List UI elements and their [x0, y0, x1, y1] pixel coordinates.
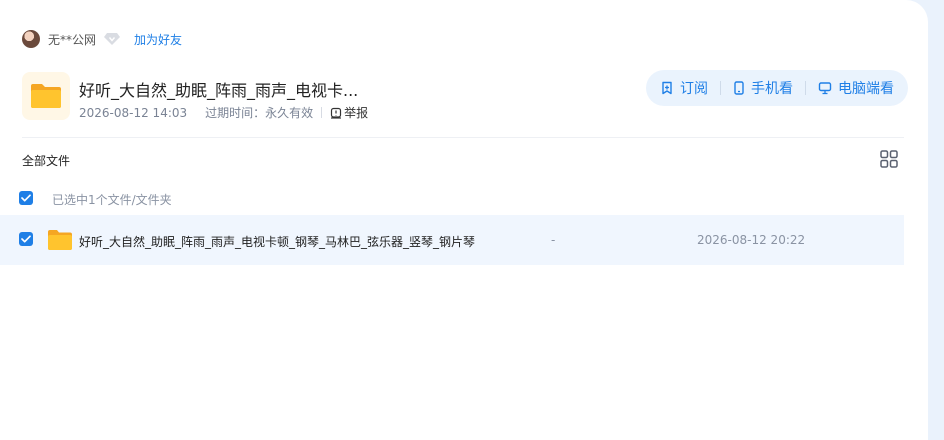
select-all-checkbox[interactable] — [19, 191, 33, 205]
report-label: 举报 — [344, 106, 369, 120]
monitor-icon — [818, 82, 832, 95]
sharer-info: 无**公网 加为好友 — [22, 30, 182, 48]
folder-icon — [47, 229, 73, 251]
sharer-name[interactable]: 无**公网 — [48, 31, 96, 48]
share-meta: 2026-08-12 14:03 过期时间：永久有效 举报 — [79, 104, 368, 121]
divider — [720, 81, 721, 95]
file-size: - — [551, 233, 556, 247]
share-title: 好听_大自然_助眠_阵雨_雨声_电视卡... — [79, 81, 359, 100]
selection-status: 已选中1个文件/文件夹 — [52, 193, 172, 207]
row-checkbox[interactable] — [19, 232, 33, 246]
pc-view-button[interactable]: 电脑端看 — [818, 70, 894, 106]
pc-view-label: 电脑端看 — [838, 81, 894, 97]
file-name[interactable]: 好听_大自然_助眠_阵雨_雨声_电视卡顿_钢琴_马林巴_弦乐器_竖琴_钢片琴 — [79, 233, 475, 250]
report-button[interactable]: 举报 — [330, 104, 368, 121]
all-files-heading[interactable]: 全部文件 — [22, 152, 70, 169]
avatar[interactable] — [22, 30, 40, 48]
phone-icon — [734, 81, 744, 95]
phone-view-button[interactable]: 手机看 — [733, 70, 793, 106]
check-icon — [21, 194, 31, 202]
report-icon — [331, 107, 342, 119]
subscribe-label: 订阅 — [680, 81, 708, 97]
bookmark-plus-icon — [662, 81, 672, 95]
divider — [22, 137, 904, 138]
divider — [321, 107, 323, 118]
action-bar: 订阅 手机看 电脑端看 — [646, 70, 908, 106]
divider — [805, 81, 806, 95]
subscribe-button[interactable]: 订阅 — [660, 70, 708, 106]
add-friend-link[interactable]: 加为好友 — [134, 31, 182, 48]
table-row[interactable]: 好听_大自然_助眠_阵雨_雨声_电视卡顿_钢琴_马林巴_弦乐器_竖琴_钢片琴 -… — [0, 215, 904, 265]
phone-view-label: 手机看 — [751, 81, 793, 97]
diamond-icon — [103, 31, 121, 47]
share-date: 2026-08-12 14:03 — [79, 105, 188, 120]
grid-view-icon[interactable] — [880, 150, 898, 168]
share-expire: 过期时间：永久有效 — [205, 106, 314, 120]
check-icon — [21, 235, 31, 243]
share-card: 无**公网 加为好友 好听_大自然_助眠_阵雨_雨声_电视卡... 2026-0… — [0, 0, 928, 440]
folder-icon — [22, 72, 70, 120]
file-date: 2026-08-12 20:22 — [697, 233, 806, 247]
